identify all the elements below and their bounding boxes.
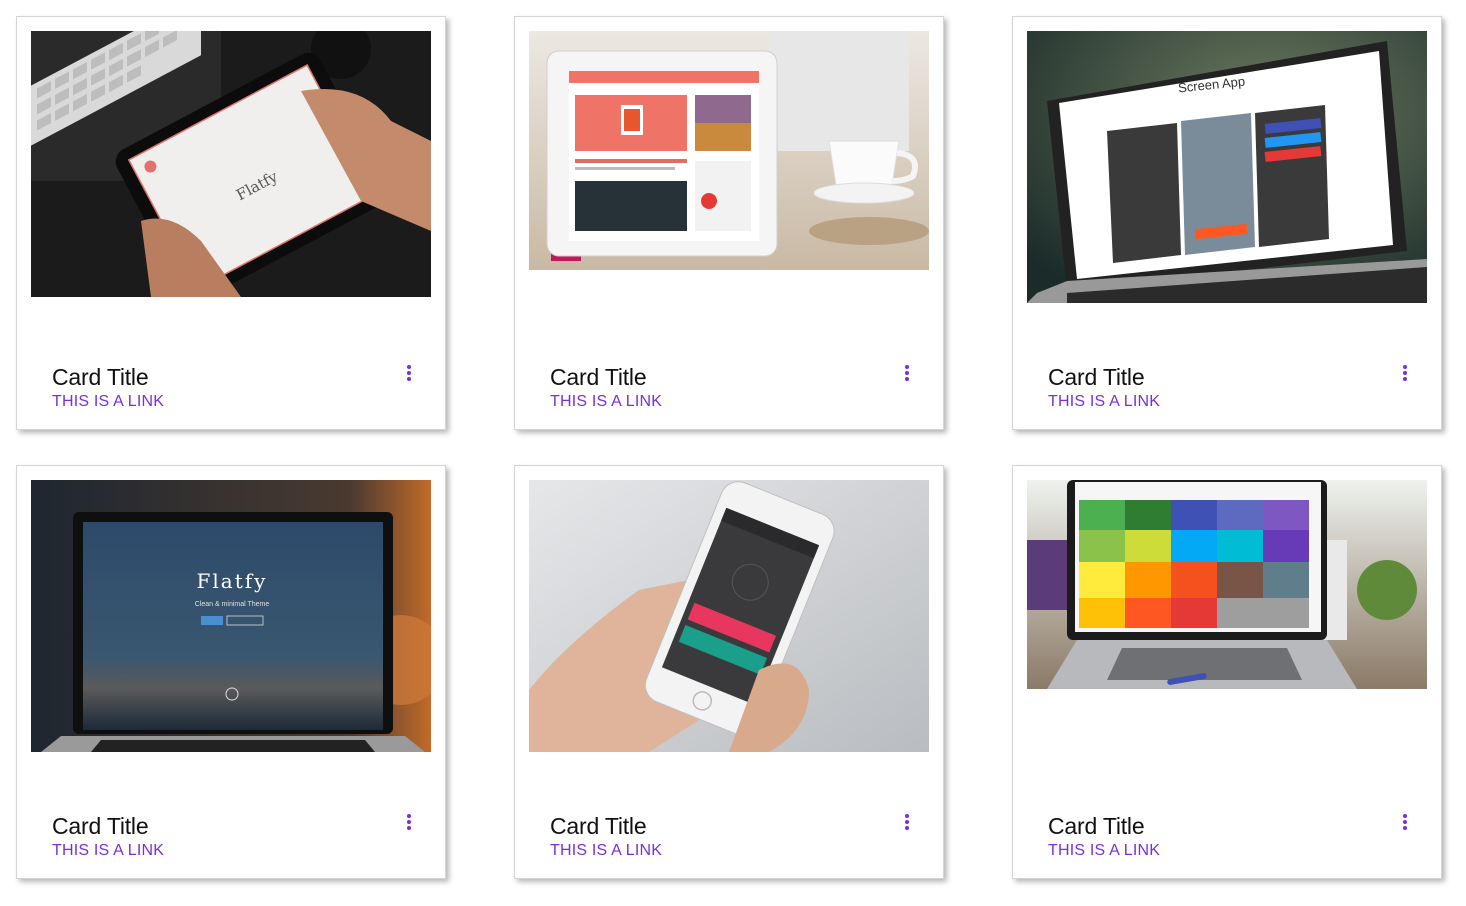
card-image: Flatfy [31, 31, 431, 297]
card-title: Card Title [1048, 364, 1145, 390]
card-link[interactable]: THIS IS A LINK [1048, 393, 1160, 411]
card-title: Card Title [550, 813, 647, 839]
hero-subtitle-text: Clean & minimal Theme [195, 601, 270, 608]
card-image: Flatfy Clean & minimal Theme [31, 480, 431, 752]
card-title: Card Title [52, 364, 149, 390]
card-title: Card Title [52, 813, 149, 839]
card-image: Screen App [1027, 31, 1427, 303]
card-link[interactable]: THIS IS A LINK [52, 842, 164, 860]
more-vert-icon[interactable] [401, 363, 417, 385]
card: Card Title THIS IS A LINK [514, 16, 944, 430]
card-link[interactable]: THIS IS A LINK [1048, 842, 1160, 860]
hero-title-text: Flatfy [197, 569, 268, 593]
card: Card Title THIS IS A LINK [1012, 465, 1442, 879]
card-image [529, 31, 929, 270]
card: Card Title THIS IS A LINK [514, 465, 944, 879]
card: Flatfy Card Title THIS IS A LINK [16, 16, 446, 430]
card: Flatfy Clean & minimal Theme Card Title … [16, 465, 446, 879]
card-link[interactable]: THIS IS A LINK [550, 842, 662, 860]
card-image [529, 480, 929, 752]
card: Screen App Card Title THIS IS A LINK [1012, 16, 1442, 430]
card-image [1027, 480, 1427, 689]
more-vert-icon[interactable] [401, 812, 417, 834]
more-vert-icon[interactable] [899, 812, 915, 834]
more-vert-icon[interactable] [899, 363, 915, 385]
card-title: Card Title [1048, 813, 1145, 839]
more-vert-icon[interactable] [1397, 363, 1413, 385]
more-vert-icon[interactable] [1397, 812, 1413, 834]
card-title: Card Title [550, 364, 647, 390]
card-link[interactable]: THIS IS A LINK [52, 393, 164, 411]
card-link[interactable]: THIS IS A LINK [550, 393, 662, 411]
